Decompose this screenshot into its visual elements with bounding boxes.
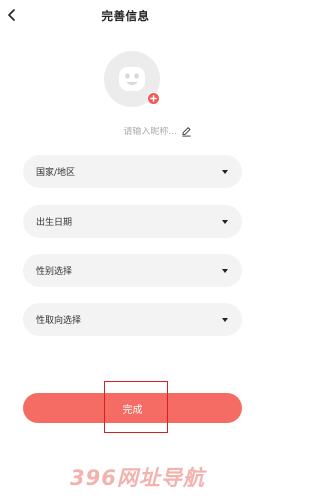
orientation-label: 性取向选择	[36, 316, 82, 326]
nickname-row	[0, 126, 251, 137]
caret-down-icon	[222, 169, 228, 174]
caret-down-icon	[222, 268, 228, 273]
watermark: 396网址导航	[70, 466, 205, 490]
submit-button[interactable]: 完成	[23, 393, 242, 423]
gender-select[interactable]: 性别选择	[23, 254, 242, 287]
orientation-select[interactable]: 性取向选择	[23, 303, 242, 336]
birth-date-select[interactable]: 出生日期	[23, 205, 242, 238]
nickname-input[interactable]	[89, 126, 177, 137]
gender-label: 性别选择	[36, 267, 73, 277]
plus-icon	[150, 95, 157, 102]
caret-down-icon	[222, 317, 228, 322]
caret-down-icon	[222, 219, 228, 224]
submit-label: 完成	[122, 404, 143, 416]
page-title: 完善信息	[101, 9, 150, 23]
birth-date-label: 出生日期	[36, 218, 73, 228]
country-region-label: 国家/地区	[36, 168, 76, 178]
country-region-select[interactable]: 国家/地区	[23, 155, 242, 188]
pencil-icon[interactable]	[181, 126, 192, 137]
add-avatar-button[interactable]	[147, 92, 160, 105]
smiley-face-icon	[119, 67, 145, 91]
avatar-picker[interactable]	[104, 51, 160, 107]
